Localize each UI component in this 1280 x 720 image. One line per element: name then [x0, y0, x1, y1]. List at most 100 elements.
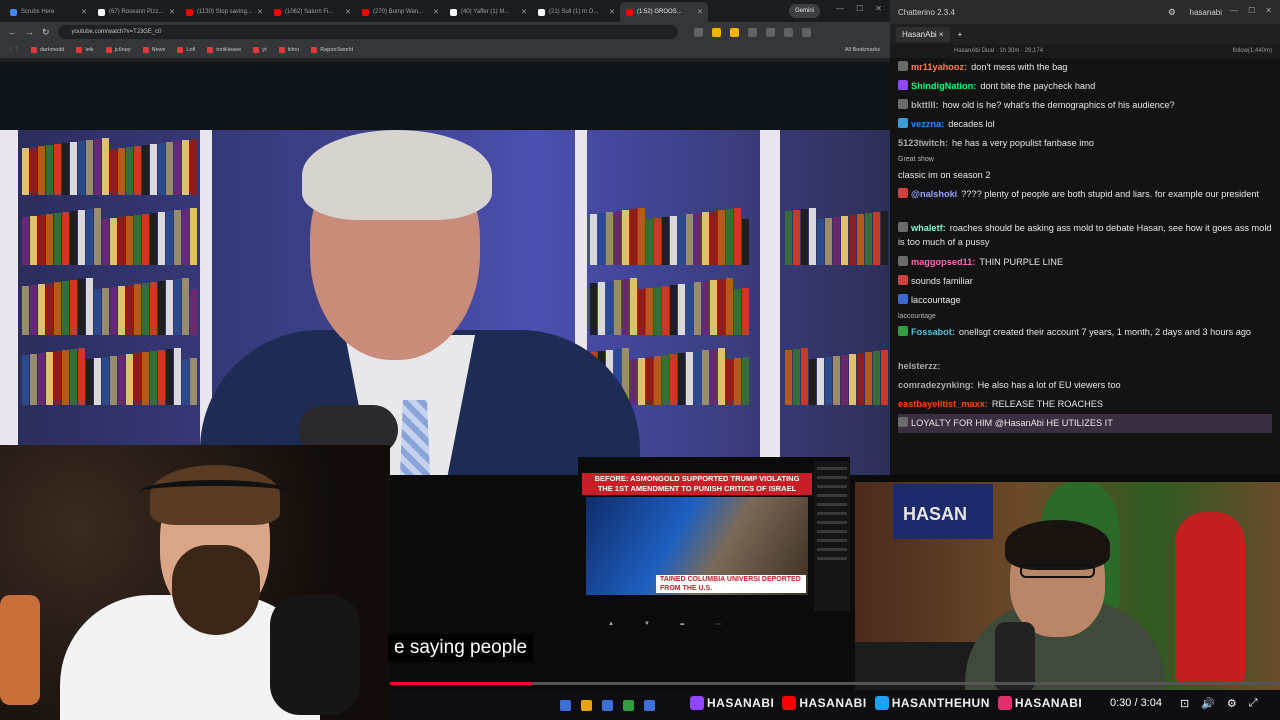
apps-icon[interactable]: ⋮⋮ — [8, 47, 19, 53]
close-icon[interactable]: ✕ — [169, 8, 175, 16]
volume-icon[interactable]: 🔊 — [1201, 697, 1215, 710]
close-icon[interactable]: ✕ — [697, 8, 703, 16]
bookmark[interactable]: yt — [253, 47, 267, 53]
address-bar[interactable]: youtube.com/watch?v=TJ3GE_c0 — [57, 25, 678, 39]
browser-tab[interactable]: (40) Yaffer (1) M... ✕ — [444, 2, 532, 22]
chat-message[interactable]: bkttlll: how old is he? what's the demogr… — [898, 96, 1272, 115]
book — [742, 357, 749, 405]
bookmark[interactable]: toriiHeaee — [207, 47, 241, 53]
browser-tab[interactable]: (21) Sull (1) m O... ✕ — [532, 2, 620, 22]
chat-message[interactable]: comradezynking: He also has a lot of EU v… — [898, 376, 1272, 395]
extension-icon[interactable] — [729, 27, 739, 37]
chat-message[interactable]: classic im on season 2 — [898, 166, 1272, 185]
bookmark[interactable]: kitnu — [278, 47, 299, 53]
bookmark[interactable]: RapooSworld — [311, 47, 353, 53]
extension-icon[interactable] — [783, 27, 793, 37]
settings-icon[interactable]: ⚙ — [1227, 697, 1237, 710]
book — [54, 144, 61, 195]
chat-user[interactable]: hasanabi — [1190, 8, 1222, 17]
chat-username[interactable]: whaletf: — [911, 223, 946, 233]
chat-username[interactable]: mr11yahooz: — [911, 62, 967, 72]
add-tab-button[interactable]: + — [958, 30, 963, 39]
back-icon[interactable]: ← — [8, 27, 17, 37]
chat-message[interactable]: 5123twitch: he has a very populist fanbas… — [898, 134, 1272, 153]
chat-message[interactable]: whaletf: roaches should be asking ass mol… — [898, 219, 1272, 253]
chat-username[interactable]: helsterzz: — [898, 361, 940, 371]
extension-icon[interactable] — [765, 27, 775, 37]
chat-message[interactable]: vezzna: decades lol — [898, 115, 1272, 134]
browser-tab[interactable]: Scrubs Here ✕ — [4, 2, 92, 22]
chat-username[interactable]: comradezynking: — [898, 380, 974, 390]
chat-username[interactable]: Fossabot: — [911, 327, 955, 337]
clip-share-icon[interactable]: ➦ — [680, 621, 685, 628]
taskbar-icon[interactable] — [644, 700, 655, 711]
profile-icon[interactable] — [801, 27, 811, 37]
chat-message[interactable]: LOYALTY FOR HIM @HasanAbi HE UTILIZES IT — [898, 414, 1272, 433]
close-icon[interactable]: ✕ — [345, 8, 351, 16]
all-bookmarks[interactable]: All Bookmarks — [845, 47, 880, 53]
chat-message[interactable]: Great show — [898, 153, 1272, 166]
chat-username[interactable]: maggopsed11: — [911, 257, 975, 267]
chat-username[interactable]: eastbayelitist_maxx: — [898, 399, 988, 409]
progress-bar[interactable] — [390, 682, 1280, 685]
bookmark[interactable]: jc6ney — [105, 47, 131, 53]
browser-tab[interactable]: (67) Roseann Pizz... ✕ — [92, 2, 180, 22]
extension-icon[interactable] — [747, 27, 757, 37]
close-icon[interactable]: ✕ — [521, 8, 527, 16]
close-icon[interactable]: ✕ — [81, 8, 87, 16]
chat-message[interactable]: maggopsed11: THIN PURPLE LINE — [898, 253, 1272, 272]
extension-icon[interactable] — [693, 27, 703, 37]
minimize-icon[interactable]: — — [836, 4, 844, 13]
chat-message[interactable]: helsterzz: — [898, 357, 1272, 376]
chat-message[interactable]: mr11yahooz: don't mess with the bag — [898, 58, 1272, 77]
chat-message[interactable]: laccountage — [898, 291, 1272, 310]
bookmark[interactable]: Lofi — [177, 47, 195, 53]
browser-tab[interactable]: (1130) Stop saving... ✕ — [180, 2, 268, 22]
maximize-icon[interactable]: ☐ — [856, 4, 863, 13]
close-icon[interactable]: × — [939, 30, 944, 39]
chat-message[interactable]: laccountage — [898, 310, 1272, 323]
bookmark[interactable]: leik — [76, 47, 94, 53]
clip-like-icon[interactable]: ▲ — [608, 621, 614, 628]
clip-more-icon[interactable]: ⋯ — [715, 621, 721, 628]
gear-icon[interactable]: ⚙ — [1168, 7, 1176, 18]
chat-message[interactable]: sounds familiar — [898, 272, 1272, 291]
minimize-icon[interactable]: — — [1230, 6, 1238, 15]
chat-message[interactable]: Fossabot: onellsgt created their account … — [898, 323, 1272, 357]
reload-icon[interactable]: ↻ — [42, 27, 50, 38]
fullscreen-icon[interactable]: ⤢ — [1249, 697, 1258, 710]
chat-username[interactable]: vezzna: — [911, 119, 944, 129]
chat-username[interactable]: ShindigNation: — [911, 81, 976, 91]
chat-username[interactable]: bkttlll: — [911, 100, 939, 110]
guest-video[interactable] — [0, 130, 890, 475]
forward-icon[interactable]: → — [25, 27, 34, 37]
browser-tab[interactable]: (270) Bump Wan... ✕ — [356, 2, 444, 22]
close-icon[interactable]: ✕ — [609, 8, 615, 16]
captions-icon[interactable]: ⊡ — [1180, 697, 1189, 710]
chat-username[interactable]: @nalshoki — [911, 189, 957, 199]
close-icon[interactable]: ✕ — [257, 8, 263, 16]
browser-tab-active[interactable]: (1:52) GROOS... ✕ — [620, 2, 708, 22]
chat-messages[interactable]: mr11yahooz: don't mess with the bag Shindi… — [890, 58, 1280, 433]
maximize-icon[interactable]: ☐ — [1248, 6, 1255, 15]
bookmark[interactable]: darkmodd — [31, 47, 64, 53]
taskbar-icon[interactable] — [581, 700, 592, 711]
taskbar-icon[interactable] — [623, 700, 634, 711]
chat-message[interactable]: eastbayelitist_maxx: RELEASE THE ROACHES — [898, 395, 1272, 414]
chat-message[interactable]: @nalshoki ???? plenty of people are both … — [898, 185, 1272, 219]
browser-tab[interactable]: (1062) Saturn Fi... ✕ — [268, 2, 356, 22]
follow-info[interactable]: follow(1,440m) — [1233, 48, 1272, 54]
taskbar-icon[interactable] — [560, 700, 571, 711]
bookmark[interactable]: News — [142, 47, 165, 53]
close-window-icon[interactable]: ✕ — [1265, 6, 1272, 15]
close-icon[interactable]: ✕ — [433, 8, 439, 16]
chat-username[interactable]: 5123twitch: — [898, 138, 948, 148]
tab-hasanabi[interactable]: HasanAbi × — [896, 26, 950, 42]
extension-icon[interactable] — [711, 27, 721, 37]
gemini-button[interactable]: Gemini — [788, 4, 820, 18]
taskbar-icon[interactable] — [602, 700, 613, 711]
close-window-icon[interactable]: ✕ — [875, 4, 882, 13]
clip-dislike-icon[interactable]: ▼ — [644, 621, 650, 628]
chat-message[interactable]: ShindigNation: dont bite the paycheck han… — [898, 77, 1272, 96]
news-clip[interactable]: BEFORE: ASMONGOLD SUPPORTED TRUMP VIOLAT… — [578, 457, 850, 632]
